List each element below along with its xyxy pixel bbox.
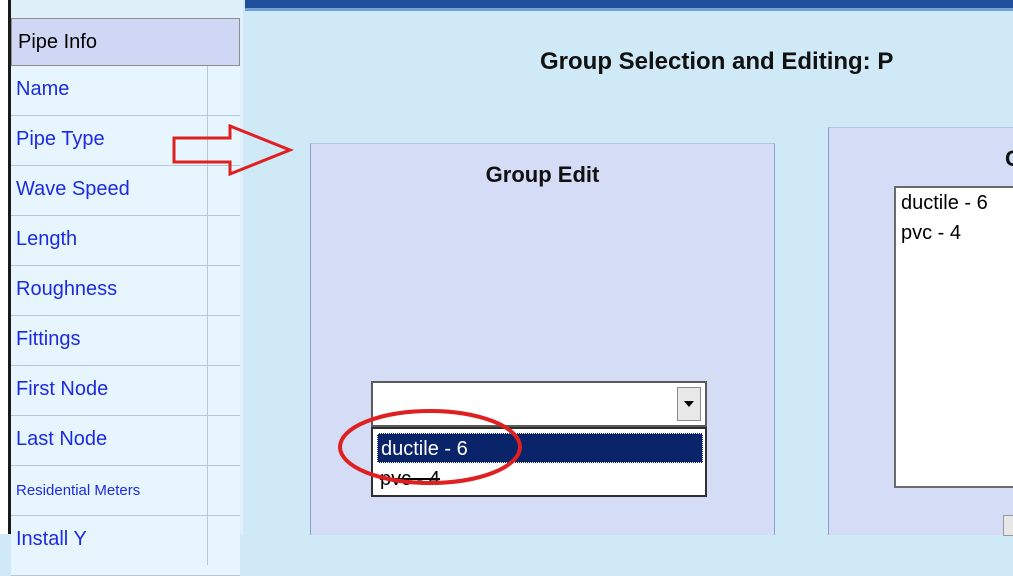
pipe-info-panel: Pipe Info Name Pipe Type Wave Speed Leng… [0,0,243,576]
sidebar-item-length[interactable]: Length [11,216,240,266]
sidebar-item-install-year[interactable]: Install Y [11,516,240,576]
sidebar-item-label[interactable]: Residential Meters [16,482,140,499]
sidebar-item-label[interactable]: Install Y [16,528,87,551]
sidebar-item-label[interactable]: Fittings [16,328,80,351]
chevron-down-icon [684,401,694,407]
sidebar-item-label[interactable]: Roughness [16,278,117,301]
sidebar-item-residential-meters[interactable]: Residential Meters [11,466,240,516]
page-title: Group Selection and Editing: P [540,48,894,75]
sidebar-item-name[interactable]: Name [11,66,240,116]
list-item[interactable]: ductile - 6 [896,188,1013,218]
sidebar-item-label[interactable]: Last Node [16,428,107,451]
group-edit-title: Group Edit [485,162,600,187]
sidebar-item-label[interactable]: Length [16,228,77,251]
window-title-strip [245,0,1013,11]
group-listbox[interactable]: ductile - 6 pvc - 4 [894,186,1013,488]
sidebar-item-label[interactable]: Name [16,78,69,101]
sidebar-item-roughness[interactable]: Roughness [11,266,240,316]
sidebar-item-first-node[interactable]: First Node [11,366,240,416]
circle-highlight-icon [338,409,522,485]
pipe-info-header: Pipe Info [11,18,240,66]
pipe-info-list-container: Pipe Info Name Pipe Type Wave Speed Leng… [8,0,243,576]
list-item[interactable]: pvc - 4 [896,218,1013,248]
scrollbar[interactable] [1003,515,1013,536]
sidebar-item-last-node[interactable]: Last Node [11,416,240,466]
sidebar-item-label[interactable]: Pipe Type [16,128,105,151]
dropdown-button[interactable] [677,387,701,421]
arrow-right-icon [172,124,295,176]
sidebar-item-label[interactable]: First Node [16,378,108,401]
sidebar-item-label[interactable]: Wave Speed [16,178,130,201]
group-selection-title: G [1005,146,1013,172]
sidebar-item-fittings[interactable]: Fittings [11,316,240,366]
